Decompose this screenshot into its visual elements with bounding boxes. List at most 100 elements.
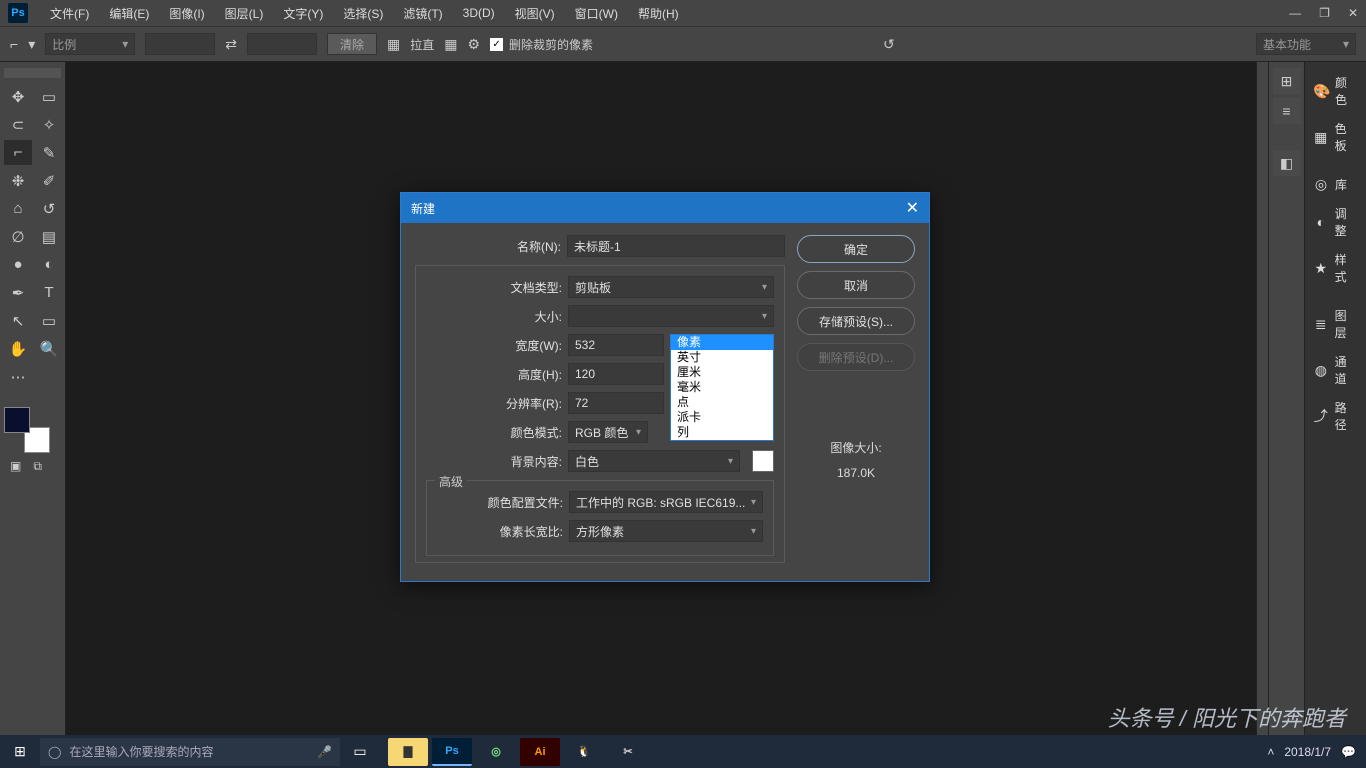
marquee-tool[interactable]: ▭ bbox=[35, 84, 63, 109]
menu-layer[interactable]: 图层(L) bbox=[215, 5, 274, 22]
bg-select[interactable]: 白色▾ bbox=[568, 450, 740, 472]
bg-color-swatch[interactable] bbox=[752, 450, 774, 472]
unit-option-pt[interactable]: 点 bbox=[671, 395, 773, 410]
window-close-icon[interactable]: ✕ bbox=[1348, 6, 1358, 20]
type-tool[interactable]: T bbox=[35, 280, 63, 305]
menu-view[interactable]: 视图(V) bbox=[505, 5, 565, 22]
taskbar-illustrator-icon[interactable]: Ai bbox=[520, 738, 560, 766]
menu-select[interactable]: 选择(S) bbox=[333, 5, 393, 22]
dialog-titlebar[interactable]: 新建 ✕ bbox=[401, 193, 929, 223]
taskbar-explorer-icon[interactable]: ▇ bbox=[388, 738, 428, 766]
search-box[interactable]: ◯ 在这里输入你要搜索的内容 🎤 bbox=[40, 738, 340, 766]
ok-button[interactable]: 确定 bbox=[797, 235, 915, 263]
panel-channels[interactable]: ◍通道 bbox=[1305, 347, 1366, 393]
taskview-icon[interactable]: ▭ bbox=[340, 743, 380, 760]
panel-libraries[interactable]: ◎库 bbox=[1305, 170, 1366, 199]
gradient-tool[interactable]: ▤ bbox=[35, 224, 63, 249]
delete-cropped-checkbox[interactable]: ✓ 删除裁剪的像素 bbox=[490, 36, 593, 53]
panel-swatches[interactable]: ▦色板 bbox=[1305, 114, 1366, 160]
tray-up-icon[interactable]: ˄ bbox=[1267, 745, 1274, 759]
hand-tool[interactable]: ✋ bbox=[4, 336, 32, 361]
unit-option-px[interactable]: 像素 bbox=[671, 335, 773, 350]
height-input[interactable]: 120 bbox=[568, 363, 664, 385]
workspace-select[interactable]: 基本功能▾ bbox=[1256, 33, 1356, 55]
eyedropper-tool[interactable]: ✎ bbox=[35, 140, 63, 165]
toolbar-grip[interactable] bbox=[4, 68, 61, 78]
menu-3d[interactable]: 3D(D) bbox=[453, 6, 505, 20]
resolution-input[interactable]: 72 bbox=[568, 392, 664, 414]
cancel-button[interactable]: 取消 bbox=[797, 271, 915, 299]
menu-edit[interactable]: 编辑(E) bbox=[99, 5, 159, 22]
move-tool[interactable]: ✥ bbox=[4, 84, 32, 109]
gear-icon[interactable]: ⚙ bbox=[467, 36, 480, 53]
reset-icon[interactable]: ↺ bbox=[883, 36, 895, 53]
taskbar-browser-icon[interactable]: ◎ bbox=[476, 738, 516, 766]
straighten-icon[interactable]: ▦ bbox=[387, 36, 400, 53]
screenmode-icon[interactable]: ⧉ bbox=[33, 459, 42, 474]
panel-divider[interactable] bbox=[1256, 62, 1268, 735]
tray-date[interactable]: 2018/1/7 bbox=[1284, 745, 1331, 759]
menu-help[interactable]: 帮助(H) bbox=[628, 5, 689, 22]
lasso-tool[interactable]: ⊂ bbox=[4, 112, 32, 137]
menu-window[interactable]: 窗口(W) bbox=[565, 5, 628, 22]
panel-color[interactable]: 🎨颜色 bbox=[1305, 68, 1366, 114]
window-minimize-icon[interactable]: — bbox=[1289, 6, 1301, 20]
clear-button[interactable]: 清除 bbox=[327, 33, 377, 55]
pen-tool[interactable]: ✒ bbox=[4, 280, 32, 305]
grid-icon[interactable]: ▦ bbox=[444, 36, 457, 53]
taskbar-qq-icon[interactable]: 🐧 bbox=[564, 738, 604, 766]
ratio-h-input[interactable] bbox=[247, 33, 317, 55]
panel-icon-2[interactable]: ≡ bbox=[1273, 98, 1301, 124]
taskbar-snip-icon[interactable]: ✂ bbox=[608, 738, 648, 766]
edit-toolbar[interactable]: ⋯ bbox=[4, 364, 32, 389]
magic-wand-tool[interactable]: ✧ bbox=[35, 112, 63, 137]
ratio-preset-select[interactable]: 比例▾ bbox=[45, 33, 135, 55]
crop-tool-icon[interactable]: ⌐ bbox=[10, 36, 18, 52]
unit-option-pica[interactable]: 派卡 bbox=[671, 410, 773, 425]
path-select-tool[interactable]: ↖ bbox=[4, 308, 32, 333]
unit-option-in[interactable]: 英寸 bbox=[671, 350, 773, 365]
start-button[interactable]: ⊞ bbox=[0, 743, 40, 760]
foreground-color-swatch[interactable] bbox=[4, 407, 30, 433]
dodge-tool[interactable]: ◐ bbox=[35, 252, 63, 277]
panel-layers[interactable]: ≣图层 bbox=[1305, 301, 1366, 347]
name-input[interactable]: 未标题-1 bbox=[567, 235, 785, 257]
shape-tool[interactable]: ▭ bbox=[35, 308, 63, 333]
mic-icon[interactable]: 🎤 bbox=[317, 745, 332, 759]
brush-tool[interactable]: ✐ bbox=[35, 168, 63, 193]
unit-option-col[interactable]: 列 bbox=[671, 425, 773, 440]
dialog-close-icon[interactable]: ✕ bbox=[906, 198, 919, 218]
taskbar-photoshop-icon[interactable]: Ps bbox=[432, 738, 472, 766]
quickmask-icon[interactable]: ▣ bbox=[10, 459, 21, 474]
panel-icon-3[interactable]: ◧ bbox=[1273, 150, 1301, 176]
swap-icon[interactable]: ⇄ bbox=[225, 36, 237, 53]
healing-tool[interactable]: ❉ bbox=[4, 168, 32, 193]
unit-option-mm[interactable]: 毫米 bbox=[671, 380, 773, 395]
menu-type[interactable]: 文字(Y) bbox=[273, 5, 333, 22]
panel-icon-1[interactable]: ⊞ bbox=[1273, 68, 1301, 94]
blur-tool[interactable]: ● bbox=[4, 252, 32, 277]
panel-paths[interactable]: ⤴路径 bbox=[1305, 393, 1366, 439]
window-maximize-icon[interactable]: ❐ bbox=[1319, 6, 1330, 20]
history-brush-tool[interactable]: ↺ bbox=[35, 196, 63, 221]
doctype-select[interactable]: 剪贴板▾ bbox=[568, 276, 774, 298]
ratio-w-input[interactable] bbox=[145, 33, 215, 55]
crop-tool[interactable]: ⌐ bbox=[4, 140, 32, 165]
aspect-select[interactable]: 方形像素▾ bbox=[569, 520, 763, 542]
menu-filter[interactable]: 滤镜(T) bbox=[393, 5, 452, 22]
panel-styles[interactable]: ★样式 bbox=[1305, 245, 1366, 291]
tray-notifications-icon[interactable]: 💬 bbox=[1341, 745, 1356, 759]
chevron-down-icon[interactable]: ▾ bbox=[28, 36, 35, 53]
profile-select[interactable]: 工作中的 RGB: sRGB IEC619...▾ bbox=[569, 491, 763, 513]
width-input[interactable]: 532 bbox=[568, 334, 664, 356]
eraser-tool[interactable]: ∅ bbox=[4, 224, 32, 249]
colormode-select[interactable]: RGB 颜色▾ bbox=[568, 421, 648, 443]
clone-tool[interactable]: ⌂ bbox=[4, 196, 32, 221]
menu-file[interactable]: 文件(F) bbox=[40, 5, 99, 22]
panel-adjustments[interactable]: ◐调整 bbox=[1305, 199, 1366, 245]
save-preset-button[interactable]: 存储预设(S)... bbox=[797, 307, 915, 335]
color-swatches[interactable] bbox=[4, 407, 50, 453]
size-select[interactable]: ▾ bbox=[568, 305, 774, 327]
zoom-tool[interactable]: 🔍 bbox=[35, 336, 63, 361]
unit-option-cm[interactable]: 厘米 bbox=[671, 365, 773, 380]
